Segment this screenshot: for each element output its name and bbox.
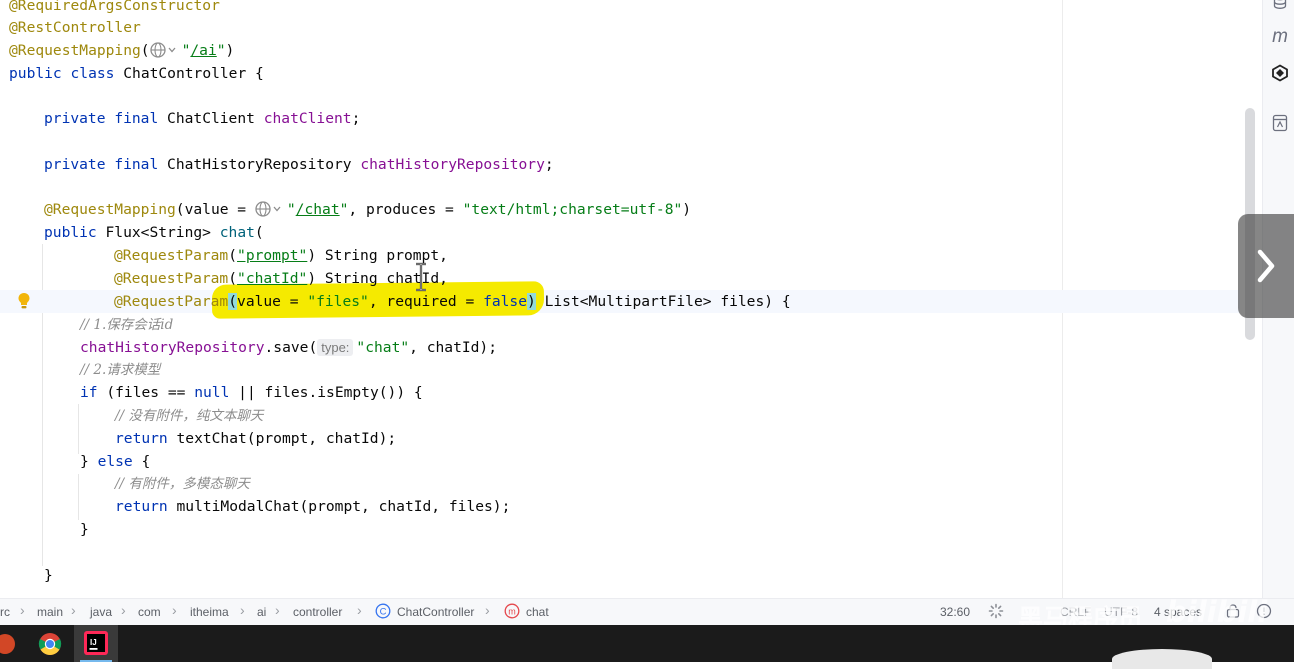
loading-spinner-icon bbox=[988, 603, 1004, 622]
code-line: @RequestParam("prompt") String prompt, bbox=[114, 247, 448, 264]
code-line: if (files == null || files.isEmpty()) { bbox=[80, 384, 423, 401]
code-line: @RequestParam("chatId") String chatId, bbox=[114, 270, 448, 287]
breadcrumb-item[interactable]: ChatController bbox=[397, 605, 474, 619]
code-line: } else { bbox=[80, 453, 151, 470]
chevron-right-icon[interactable] bbox=[1238, 214, 1294, 318]
breadcrumb-item[interactable]: rc bbox=[0, 605, 10, 619]
code-line: } bbox=[44, 567, 53, 584]
breadcrumb-item[interactable]: ai bbox=[257, 605, 266, 619]
code-line: public Flux<String> chat( bbox=[44, 224, 264, 241]
code-line-current: @RequestParam(value = "files", required … bbox=[114, 293, 791, 310]
code-line: return textChat(prompt, chatId); bbox=[115, 430, 397, 447]
svg-text:IJ: IJ bbox=[90, 638, 97, 647]
code-line: private final ChatHistoryRepository chat… bbox=[44, 156, 554, 173]
code-comment: // 2.请求模型 bbox=[80, 362, 161, 378]
code-line: private final ChatClient chatClient; bbox=[44, 110, 361, 127]
code-line: @RequestMapping("/ai") bbox=[9, 39, 234, 62]
code-line: return multiModalChat(prompt, chatId, fi… bbox=[115, 498, 511, 515]
code-comment: // 有附件，多模态聊天 bbox=[115, 476, 250, 492]
svg-text:C: C bbox=[380, 607, 387, 618]
breadcrumb-item[interactable]: itheima bbox=[190, 605, 229, 619]
maven-icon[interactable]: m bbox=[1271, 26, 1289, 47]
method-icon: m bbox=[504, 603, 520, 622]
lightbulb-icon[interactable] bbox=[17, 292, 31, 314]
breadcrumb-item[interactable]: main bbox=[37, 605, 63, 619]
powerpoint-icon[interactable] bbox=[0, 633, 16, 659]
breadcrumb-item[interactable]: controller bbox=[293, 605, 342, 619]
code-line: chatHistoryRepository.save(type: "chat", … bbox=[80, 339, 498, 356]
code-editor[interactable]: @RequiredArgsConstructor @RestController… bbox=[0, 0, 1262, 598]
breadcrumb-item[interactable]: chat bbox=[526, 605, 549, 619]
indent-guide bbox=[78, 404, 79, 454]
breadcrumb-item[interactable]: com bbox=[138, 605, 161, 619]
svg-text:m: m bbox=[508, 607, 516, 617]
code-line: public class ChatController { bbox=[9, 65, 264, 82]
bilibili-logo: bilibili bbox=[1166, 595, 1268, 629]
code-line: @RestController bbox=[9, 19, 141, 36]
notifications-icon[interactable] bbox=[1271, 114, 1289, 132]
class-icon: C bbox=[375, 603, 391, 622]
chrome-icon[interactable] bbox=[38, 632, 62, 660]
intellij-icon[interactable]: IJ bbox=[84, 631, 108, 659]
code-comment: // 没有附件，纯文本聊天 bbox=[115, 408, 264, 424]
video-overlay-shape bbox=[1112, 649, 1212, 669]
ai-assistant-icon[interactable] bbox=[1271, 64, 1289, 82]
text-cursor-icon bbox=[414, 262, 428, 296]
code-line: @RequestMapping(value = "/chat", produce… bbox=[44, 198, 691, 221]
video-next-overlay[interactable] bbox=[1238, 214, 1294, 318]
breadcrumb-item[interactable]: java bbox=[90, 605, 112, 619]
status-bar: rc › main › java › com › itheima › ai › … bbox=[0, 595, 1294, 633]
taskbar-active-app[interactable]: IJ bbox=[74, 625, 118, 662]
database-icon[interactable] bbox=[1271, 0, 1289, 12]
caret-position[interactable]: 32:60 bbox=[940, 605, 970, 619]
code-line: @RequiredArgsConstructor bbox=[9, 0, 220, 14]
indent-guide bbox=[78, 474, 79, 520]
param-hint: type: bbox=[317, 339, 354, 356]
taskbar: IJ bbox=[0, 625, 1294, 669]
code-line: } bbox=[80, 521, 89, 538]
code-comment: // 1.保存会话id bbox=[80, 317, 174, 333]
